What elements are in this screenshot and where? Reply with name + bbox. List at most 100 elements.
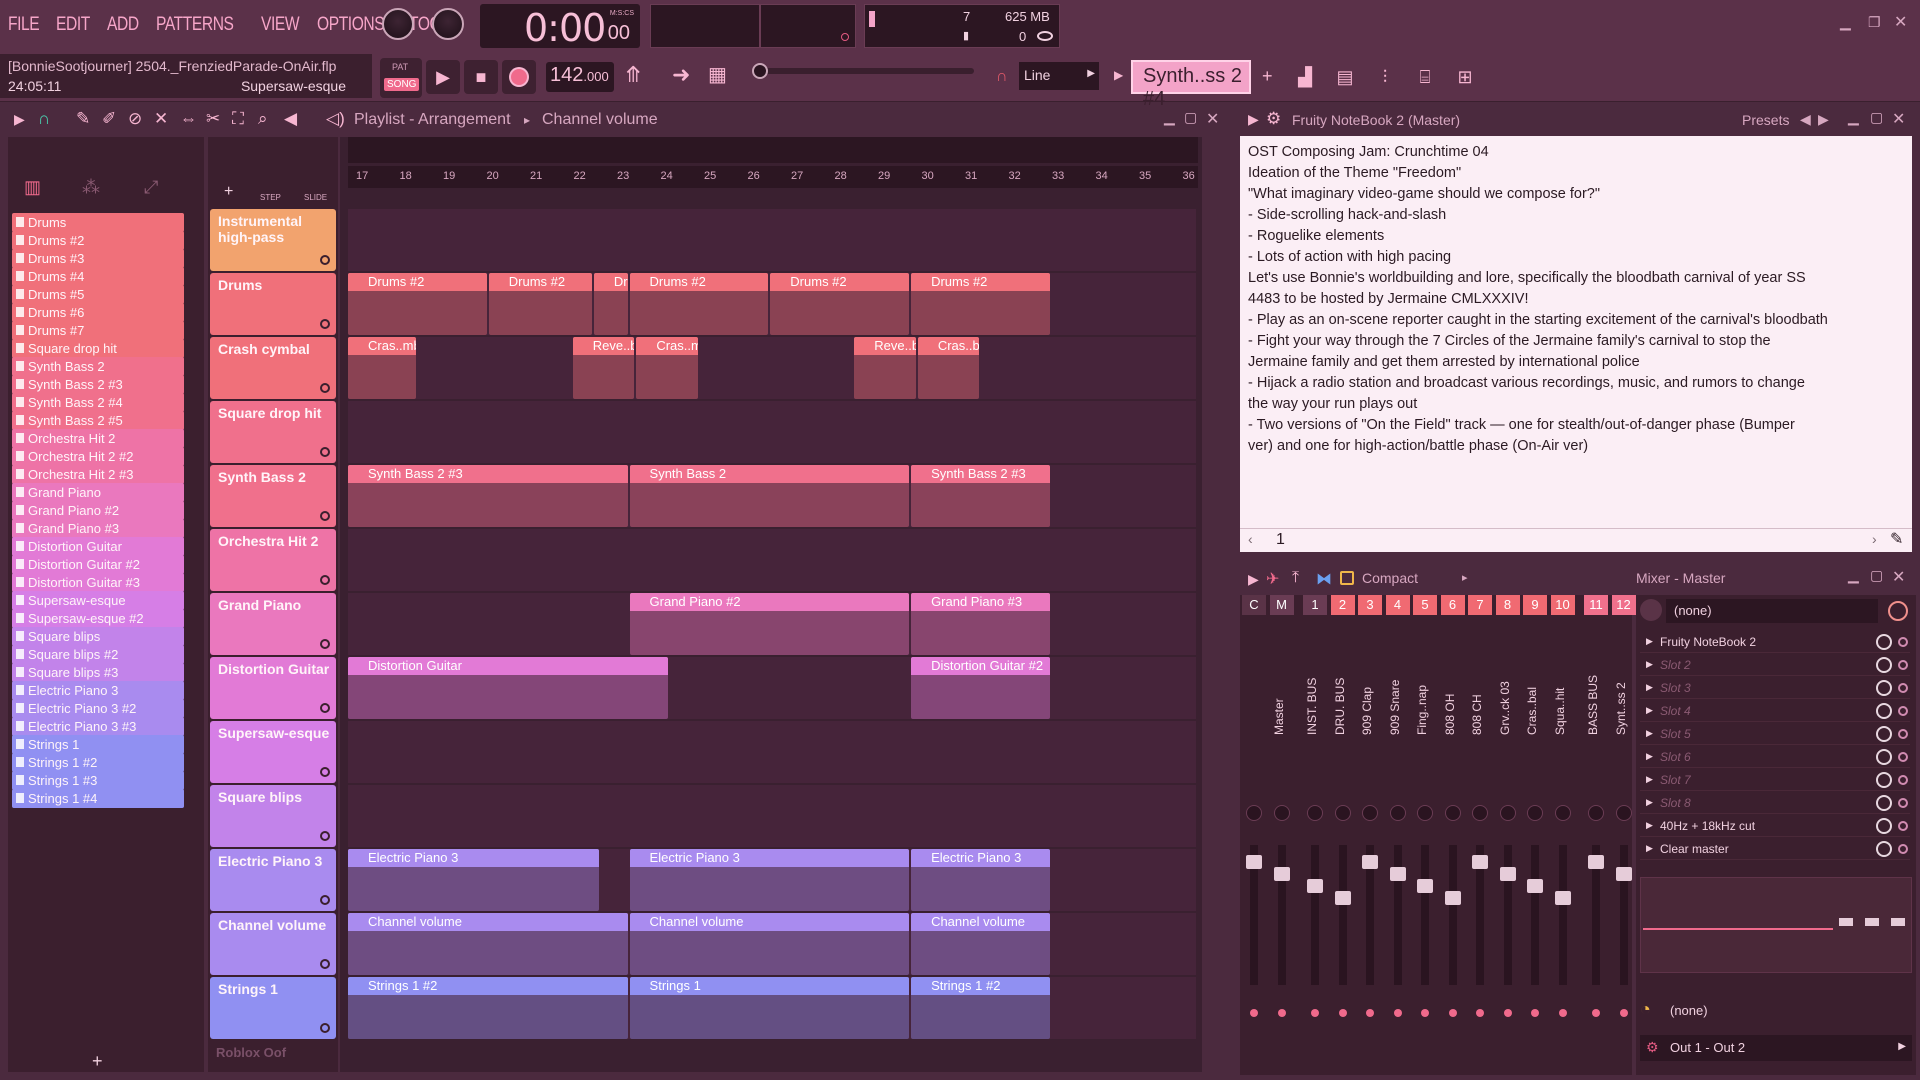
page-number[interactable]: 1 bbox=[1276, 531, 1285, 549]
track-mute-icon[interactable] bbox=[320, 767, 330, 777]
mixer-fader[interactable] bbox=[1362, 855, 1378, 869]
mixer-tool-icon[interactable]: ✈ bbox=[1266, 569, 1279, 589]
song-position-slider[interactable] bbox=[752, 63, 974, 79]
mixer-fader[interactable] bbox=[1499, 867, 1516, 881]
track-header[interactable]: Square drop hit bbox=[210, 401, 336, 463]
mixer-send-dot[interactable] bbox=[1338, 1009, 1347, 1017]
play-button[interactable]: ▶ bbox=[426, 60, 460, 94]
overview-strip[interactable] bbox=[348, 137, 1198, 163]
track-header[interactable]: Supersaw-esque bbox=[210, 721, 336, 783]
mixer-fader[interactable] bbox=[1273, 867, 1290, 881]
channel-item[interactable]: Square blips bbox=[12, 627, 184, 646]
input-selector[interactable]: (none) bbox=[1666, 599, 1878, 623]
mixer-track[interactable]: M Master bbox=[1269, 595, 1294, 1075]
pencil-icon[interactable]: ✎ bbox=[1890, 529, 1903, 549]
add-track-icon[interactable]: + bbox=[224, 183, 233, 201]
pattern-clip[interactable]: Cras..bal bbox=[917, 337, 980, 399]
slot-enable-toggle[interactable] bbox=[1898, 752, 1908, 762]
output-clock-icon[interactable]: ◔ bbox=[1640, 999, 1651, 1020]
mixer-icon[interactable]: ⫶ bbox=[1368, 60, 1402, 94]
mixer-pan-knob[interactable] bbox=[1615, 805, 1632, 821]
mixer-pan-knob[interactable] bbox=[1588, 805, 1604, 821]
menu-options[interactable]: OPTIONS bbox=[317, 14, 385, 36]
pattern-clip[interactable]: Synth Bass 2 #3 bbox=[911, 465, 1050, 527]
channel-item[interactable]: Synth Bass 2 #4 bbox=[12, 393, 184, 412]
channel-item[interactable]: Supersaw-esque bbox=[12, 591, 184, 610]
track-header[interactable]: Instrumental high-pass bbox=[210, 209, 336, 271]
mixer-pan-knob[interactable] bbox=[1499, 805, 1516, 821]
slot-enable-toggle[interactable] bbox=[1898, 683, 1908, 693]
channel-item[interactable]: Square blips #2 bbox=[12, 645, 184, 664]
mixer-track[interactable]: 3 909 Clap bbox=[1358, 595, 1382, 1075]
track-mute-icon[interactable] bbox=[320, 639, 330, 649]
browser-icon[interactable]: ⊞ bbox=[1448, 60, 1482, 94]
mixer-track[interactable]: 2 DRU. BUS bbox=[1330, 595, 1355, 1075]
pattern-clip[interactable]: Cras..mbal bbox=[348, 337, 417, 399]
channel-item[interactable]: Distortion Guitar #3 bbox=[12, 573, 184, 592]
track-mute-icon[interactable] bbox=[320, 383, 330, 393]
mixer-send-dot[interactable] bbox=[1421, 1009, 1429, 1017]
minimize-icon[interactable]: ▁ bbox=[1840, 14, 1851, 31]
channel-item[interactable]: Strings 1 bbox=[12, 735, 184, 754]
playlist-grid[interactable]: Drums #2Drums #2Dr...Drums #2Drums #2Dru… bbox=[340, 137, 1202, 1072]
close-icon[interactable]: ✕ bbox=[1894, 12, 1907, 32]
mixer-track[interactable]: 10 Squa..hit bbox=[1550, 595, 1575, 1075]
track-mute-icon[interactable] bbox=[320, 511, 330, 521]
slot-mix-knob[interactable] bbox=[1876, 749, 1892, 765]
menu-view[interactable]: VIEW bbox=[261, 14, 300, 36]
mixer-send-dot[interactable] bbox=[1250, 1009, 1258, 1017]
mixer-send-dot[interactable] bbox=[1366, 1009, 1374, 1017]
mixer-pan-knob[interactable] bbox=[1527, 805, 1543, 821]
pattern-clip[interactable]: Channel volume bbox=[629, 913, 910, 975]
eq-fader-3[interactable] bbox=[1891, 918, 1905, 926]
master-pitch-knob[interactable] bbox=[432, 8, 464, 40]
pattern-clip[interactable]: Channel volume bbox=[911, 913, 1050, 975]
mixer-pin-icon[interactable]: ⤒ bbox=[1292, 569, 1299, 587]
mixer-send-dot[interactable] bbox=[1531, 1009, 1539, 1017]
pat-song-toggle[interactable]: PAT SONG bbox=[380, 58, 422, 98]
pattern-clip[interactable]: Grand Piano #2 bbox=[629, 593, 910, 655]
mixer-fader[interactable] bbox=[1615, 867, 1632, 881]
mixer-send-dot[interactable] bbox=[1503, 1009, 1512, 1017]
channel-item[interactable]: Electric Piano 3 bbox=[12, 681, 184, 700]
magnet-icon[interactable]: ∩ bbox=[996, 68, 1008, 86]
playlist-lane[interactable]: Electric Piano 3 Electric Piano 3 Electric… bbox=[348, 849, 1196, 911]
playlist-lane[interactable]: Distortion Guitar Distortion Guitar #2 bbox=[348, 657, 1196, 719]
channel-item[interactable]: Drums #5 bbox=[12, 285, 184, 304]
page-next-icon[interactable]: › bbox=[1872, 531, 1877, 547]
typing-keyboard-icon[interactable]: ▦ bbox=[708, 62, 727, 87]
effect-slot[interactable]: ▶ Slot 8 bbox=[1640, 792, 1910, 814]
master-volume-knob[interactable] bbox=[382, 8, 414, 40]
pattern-clip[interactable]: Distortion Guitar #2 bbox=[911, 657, 1050, 719]
pattern-clip[interactable]: Reve..bal bbox=[854, 337, 916, 399]
mixer-send-dot[interactable] bbox=[1311, 1009, 1319, 1017]
mixer-track[interactable]: C bbox=[1242, 595, 1266, 1075]
mixer-track[interactable]: 9 Cras..bal bbox=[1523, 595, 1547, 1075]
track-mute-icon[interactable] bbox=[320, 959, 330, 969]
notebook-maximize-icon[interactable]: ▢ bbox=[1870, 109, 1883, 126]
pattern-clip[interactable]: Drums #2 bbox=[348, 273, 487, 335]
playlist-lane[interactable] bbox=[348, 401, 1196, 463]
page-prev-icon[interactable]: ‹ bbox=[1248, 531, 1253, 547]
track-mute-icon[interactable] bbox=[320, 319, 330, 329]
pattern-clip[interactable]: Synth Bass 2 #3 bbox=[348, 465, 628, 527]
channel-item[interactable]: Drums #4 bbox=[12, 267, 184, 286]
playback-tool-icon[interactable]: ◀ bbox=[284, 109, 297, 129]
slot-enable-toggle[interactable] bbox=[1898, 798, 1908, 808]
pattern-clip[interactable]: Drums #2 bbox=[911, 273, 1050, 335]
plugin-picker-icon[interactable]: ⌸ bbox=[1408, 60, 1442, 94]
channel-item[interactable]: Supersaw-esque #2 bbox=[12, 609, 184, 628]
notebook-minimize-icon[interactable]: ▁ bbox=[1848, 109, 1859, 126]
mixer-send-dot[interactable] bbox=[1592, 1009, 1600, 1017]
slot-mix-knob[interactable] bbox=[1876, 772, 1892, 788]
track-header[interactable]: Synth Bass 2 bbox=[210, 465, 336, 527]
effect-slot[interactable]: ▶ Slot 3 bbox=[1640, 677, 1910, 699]
menu-add[interactable]: ADD bbox=[107, 14, 139, 36]
pattern-clip[interactable]: Channel volume bbox=[348, 913, 628, 975]
mixer-track[interactable]: 6 808 OH bbox=[1440, 595, 1465, 1075]
channel-item[interactable]: Orchestra Hit 2 bbox=[12, 429, 184, 448]
mixer-fader[interactable] bbox=[1307, 879, 1323, 893]
track-mute-icon[interactable] bbox=[320, 703, 330, 713]
pattern-clip[interactable]: Drums #2 bbox=[629, 273, 769, 335]
track-mute-icon[interactable] bbox=[320, 895, 330, 905]
